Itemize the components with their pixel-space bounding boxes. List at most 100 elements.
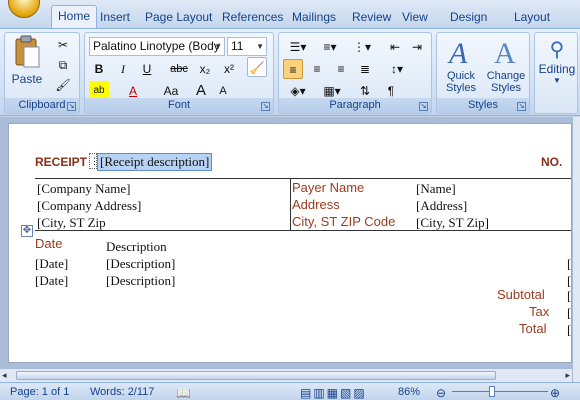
- chevron-down-icon: ▼: [256, 42, 264, 51]
- bold-button[interactable]: B: [89, 59, 109, 79]
- row-2-date[interactable]: [Date]: [35, 273, 68, 289]
- paragraph-group-label: Paragraph: [279, 98, 431, 113]
- tab-view[interactable]: View: [396, 7, 434, 28]
- increase-indent-icon[interactable]: ⇥: [407, 37, 427, 57]
- font-size-value: 11: [231, 39, 244, 53]
- chevron-down-icon: ▼: [214, 42, 222, 51]
- binoculars-icon: ⚲: [549, 39, 565, 61]
- strikethrough-button[interactable]: abc: [167, 59, 191, 79]
- status-bar: Page: 1 of 1 Words: 2/117 📖 ▤▥▦▧▨ 86% ⊖ …: [0, 382, 580, 400]
- editing-group: ⚲ Editing ▼: [534, 32, 578, 114]
- table-top-rule: [35, 178, 571, 179]
- numbering-icon[interactable]: ≡▾: [315, 37, 345, 57]
- align-center-icon[interactable]: ≡: [307, 59, 327, 79]
- company-name[interactable]: [Company Name]: [37, 181, 131, 197]
- ribbon: Paste ✂ ⧉ 🖌 Clipboard ↘ Palatino Linotyp…: [0, 28, 580, 116]
- zoom-out-icon[interactable]: ⊖: [436, 386, 446, 400]
- row-2-description[interactable]: [Description]: [106, 273, 175, 289]
- date-column-header: Date: [35, 236, 63, 251]
- justify-icon[interactable]: ≣: [355, 59, 375, 79]
- italic-button[interactable]: I: [113, 59, 133, 79]
- superscript-button[interactable]: x²: [219, 59, 239, 79]
- font-launcher-icon[interactable]: ↘: [261, 102, 270, 111]
- tax-label: Tax: [529, 304, 550, 319]
- change-styles-button[interactable]: A Change Styles: [483, 35, 529, 94]
- paste-icon: [15, 35, 40, 68]
- tab-insert[interactable]: Insert: [94, 7, 136, 28]
- underline-button[interactable]: U: [137, 59, 157, 79]
- document-page[interactable]: RECEIPT ⋮ [Receipt description] NO. [Com…: [8, 123, 572, 363]
- payer-address-value[interactable]: [Address]: [416, 198, 467, 214]
- quick-styles-button[interactable]: A Quick Styles: [439, 35, 483, 94]
- styles-launcher-icon[interactable]: ↘: [517, 102, 526, 111]
- styles-group-label: Styles: [437, 98, 529, 113]
- cut-icon[interactable]: ✂: [53, 35, 73, 55]
- copy-icon[interactable]: ⧉: [53, 55, 73, 75]
- row-1-date[interactable]: [Date]: [35, 256, 68, 272]
- editing-button[interactable]: ⚲ Editing ▼: [535, 37, 579, 85]
- row-1-description[interactable]: [Description]: [106, 256, 175, 272]
- line-spacing-icon[interactable]: ↕▾: [383, 59, 411, 79]
- zoom-slider-thumb[interactable]: [489, 386, 495, 397]
- payer-name-value[interactable]: [Name]: [416, 181, 456, 197]
- company-address[interactable]: [Company Address]: [37, 198, 141, 214]
- svg-text:A: A: [494, 37, 516, 67]
- view-buttons-icon[interactable]: ▤▥▦▧▨: [300, 386, 367, 400]
- multilevel-list-icon[interactable]: ⋮▾: [347, 37, 377, 57]
- font-name-combo[interactable]: Palatino Linotype (Body ▼: [89, 37, 225, 56]
- tab-home[interactable]: Home: [51, 5, 98, 28]
- tab-mailings[interactable]: Mailings: [286, 7, 342, 28]
- font-name-value: Palatino Linotype (Body: [93, 39, 220, 53]
- font-group-label: Font: [85, 98, 273, 113]
- format-painter-icon[interactable]: 🖌: [53, 75, 73, 95]
- proofing-icon[interactable]: 📖: [176, 386, 191, 400]
- paste-label: Paste: [11, 72, 43, 86]
- tab-layout[interactable]: Layout: [508, 7, 556, 28]
- zoom-in-icon[interactable]: ⊕: [550, 386, 560, 400]
- editing-label: Editing: [538, 62, 576, 76]
- payer-city-value[interactable]: [City, ST Zip]: [416, 215, 489, 231]
- clipboard-group: Paste ✂ ⧉ 🖌 Clipboard ↘: [4, 32, 80, 114]
- word-count[interactable]: Words: 2/117: [90, 386, 154, 398]
- clear-format-icon[interactable]: 🧹: [247, 57, 267, 77]
- payer-name-label: Payer Name: [292, 180, 365, 195]
- zoom-slider-track[interactable]: [452, 391, 548, 392]
- horizontal-scrollbar[interactable]: ◂ ▸: [0, 368, 572, 382]
- tab-references[interactable]: References: [216, 7, 289, 28]
- quick-styles-label: Quick Styles: [446, 70, 476, 94]
- page-count[interactable]: Page: 1 of 1: [10, 386, 69, 398]
- scroll-left-icon[interactable]: ◂: [2, 370, 7, 381]
- paragraph-launcher-icon[interactable]: ↘: [419, 102, 428, 111]
- decrease-indent-icon[interactable]: ⇤: [385, 37, 405, 57]
- bullets-icon[interactable]: ☰▾: [283, 37, 313, 57]
- tab-page-layout[interactable]: Page Layout: [139, 7, 218, 28]
- receipt-description-field[interactable]: [Receipt description]: [97, 153, 213, 171]
- table-divider: [290, 178, 291, 230]
- paste-button[interactable]: Paste: [9, 35, 45, 95]
- table-move-handle-icon[interactable]: ✥: [21, 225, 33, 237]
- subtotal-label: Subtotal: [497, 287, 545, 302]
- content-control-handle-icon[interactable]: ⋮: [89, 153, 99, 169]
- svg-text:A: A: [447, 37, 468, 67]
- zoom-level[interactable]: 86%: [398, 386, 420, 398]
- subscript-button[interactable]: x₂: [195, 59, 215, 79]
- font-size-combo[interactable]: 11 ▼: [227, 37, 267, 56]
- tab-review[interactable]: Review: [346, 7, 397, 28]
- description-column-header: Description: [106, 239, 167, 254]
- receipt-label: RECEIPT: [35, 155, 88, 169]
- horizontal-scroll-thumb[interactable]: [16, 371, 496, 380]
- payer-address-label: Address: [292, 197, 340, 212]
- tab-design[interactable]: Design: [444, 7, 493, 28]
- office-button[interactable]: [8, 0, 40, 18]
- scroll-right-icon[interactable]: ▸: [565, 370, 570, 381]
- vertical-scrollbar[interactable]: [572, 117, 580, 382]
- styles-group: A Quick Styles A Change Styles Styles ↘: [436, 32, 530, 114]
- align-right-icon[interactable]: ≡: [331, 59, 351, 79]
- clipboard-launcher-icon[interactable]: ↘: [67, 102, 76, 111]
- align-left-icon[interactable]: ≡: [283, 59, 303, 79]
- ribbon-tab-bar: Home Insert Page Layout References Maili…: [0, 0, 580, 28]
- change-styles-label: Change Styles: [486, 70, 526, 94]
- quick-styles-icon: A: [447, 37, 468, 70]
- receipt-number-label: NO.: [541, 155, 563, 169]
- company-city[interactable]: [City, ST Zip: [37, 215, 106, 231]
